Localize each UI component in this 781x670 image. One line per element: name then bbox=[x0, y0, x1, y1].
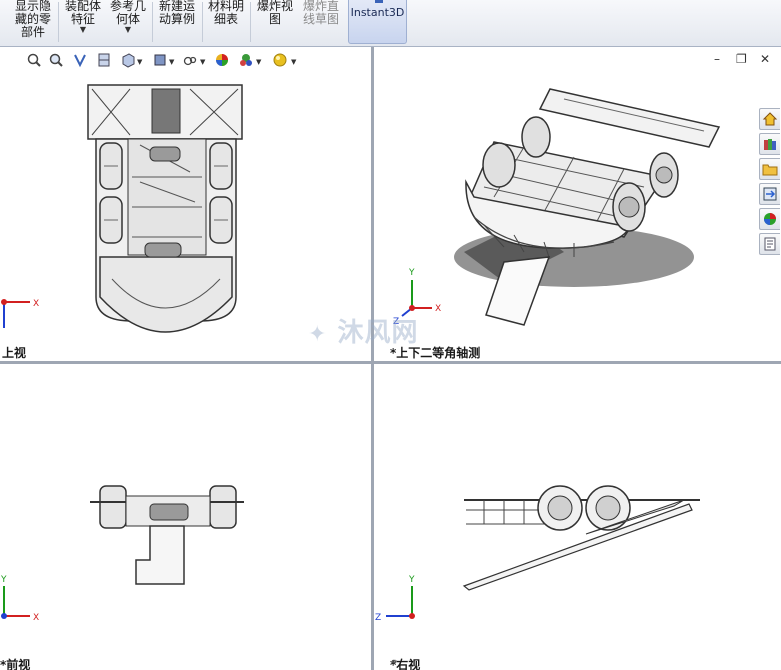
ribbon-separator bbox=[58, 2, 59, 42]
assembly-features-label: 装配体 特征 bbox=[64, 0, 101, 26]
command-manager-ribbon: 显示隐 藏的零 部件 装配体 特征 ▼ 参考几 何体 ▼ 新建运 动算例 材料明… bbox=[0, 0, 781, 47]
exploded-view-label: 爆炸视 图 bbox=[256, 0, 293, 26]
view-orientation-icon[interactable] bbox=[120, 52, 136, 68]
y-axis-label: Y bbox=[408, 575, 415, 585]
minimize-icon[interactable]: – bbox=[714, 52, 720, 66]
front-view-model bbox=[90, 485, 244, 585]
x-axis-label: X bbox=[435, 304, 441, 314]
chevron-down-icon[interactable]: ▼ bbox=[200, 58, 205, 66]
appearances-icon[interactable] bbox=[759, 208, 780, 230]
design-library-icon[interactable] bbox=[759, 133, 780, 155]
restore-icon[interactable]: ❐ bbox=[736, 52, 747, 66]
viewport-title: *前视 bbox=[0, 658, 31, 670]
reference-geometry-label: 参考几 何体 bbox=[109, 0, 146, 26]
file-explorer-icon[interactable] bbox=[759, 158, 780, 180]
triad-top-left: X bbox=[1, 299, 39, 328]
ribbon-separator bbox=[152, 2, 153, 42]
z-axis-label: Z bbox=[375, 613, 381, 623]
right-view-model bbox=[462, 485, 700, 591]
new-motion-study-label: 新建运 动算例 bbox=[158, 0, 195, 26]
show-hidden-components-label: 显示隐 藏的零 部件 bbox=[14, 0, 51, 39]
apply-scene-icon[interactable] bbox=[238, 52, 254, 68]
x-axis-label: X bbox=[33, 613, 39, 623]
previous-view-icon[interactable] bbox=[72, 52, 88, 68]
ribbon-separator bbox=[250, 2, 251, 42]
hide-show-items-icon[interactable] bbox=[182, 52, 198, 68]
x-axis-label: X bbox=[33, 299, 39, 309]
close-icon[interactable]: ✕ bbox=[760, 52, 770, 66]
custom-properties-icon[interactable] bbox=[759, 233, 780, 255]
chevron-down-icon[interactable]: ▼ bbox=[291, 58, 296, 66]
instant3d-button[interactable]: Instant3D bbox=[348, 0, 407, 44]
instant3d-icon bbox=[375, 0, 383, 3]
watermark-text: 沐风网 bbox=[337, 318, 419, 348]
y-axis-label: Y bbox=[408, 268, 415, 278]
solidworks-resources-icon[interactable] bbox=[759, 108, 780, 130]
instant3d-label: Instant3D bbox=[350, 6, 405, 19]
chevron-down-icon[interactable]: ▼ bbox=[137, 58, 142, 66]
assembly-features-button[interactable]: 装配体 特征 ▼ bbox=[60, 0, 106, 44]
edit-appearance-icon[interactable] bbox=[214, 52, 230, 68]
zoom-to-fit-icon[interactable] bbox=[26, 52, 42, 68]
viewport-bottom-right[interactable]: *右视 bbox=[374, 364, 781, 670]
new-motion-study-button[interactable]: 新建运 动算例 bbox=[154, 0, 200, 44]
watermark-logo: ✦ 沐风网 bbox=[308, 312, 419, 349]
ribbon-separator bbox=[202, 2, 203, 42]
zoom-area-icon[interactable] bbox=[48, 52, 64, 68]
view-palette-icon[interactable] bbox=[759, 183, 780, 205]
chevron-down-icon[interactable]: ▼ bbox=[60, 26, 106, 34]
chevron-down-icon[interactable]: ▼ bbox=[256, 58, 261, 66]
chevron-down-icon[interactable]: ▼ bbox=[105, 26, 151, 34]
chevron-down-icon[interactable]: ▼ bbox=[169, 58, 174, 66]
y-axis-label: Y bbox=[0, 575, 7, 585]
watermark-mark-icon: ✦ bbox=[308, 322, 328, 347]
display-style-icon[interactable] bbox=[152, 52, 168, 68]
bill-of-materials-label: 材料明 细表 bbox=[207, 0, 244, 26]
explode-line-sketch-label: 爆炸直 线草图 bbox=[302, 0, 339, 26]
viewport-title: 上视 bbox=[2, 346, 27, 360]
view-settings-icon[interactable] bbox=[272, 52, 288, 68]
link-view-icon: ⚭ bbox=[390, 657, 399, 668]
viewport-bottom-left[interactable]: *前视 bbox=[0, 364, 371, 670]
task-pane-tabs bbox=[759, 108, 781, 258]
viewport-splitter-horizontal[interactable] bbox=[0, 361, 781, 364]
exploded-view-button[interactable]: 爆炸视 图 bbox=[253, 0, 297, 44]
reference-geometry-button[interactable]: 参考几 何体 ▼ bbox=[105, 0, 151, 44]
bill-of-materials-button[interactable]: 材料明 细表 bbox=[204, 0, 248, 44]
triad-bottom-left: Y X bbox=[0, 575, 39, 623]
show-hidden-components-button[interactable]: 显示隐 藏的零 部件 bbox=[10, 0, 56, 44]
triad-bottom-right: Y Z bbox=[375, 575, 415, 623]
section-view-icon[interactable] bbox=[96, 52, 112, 68]
explode-line-sketch-button[interactable]: 爆炸直 线草图 bbox=[299, 0, 343, 44]
